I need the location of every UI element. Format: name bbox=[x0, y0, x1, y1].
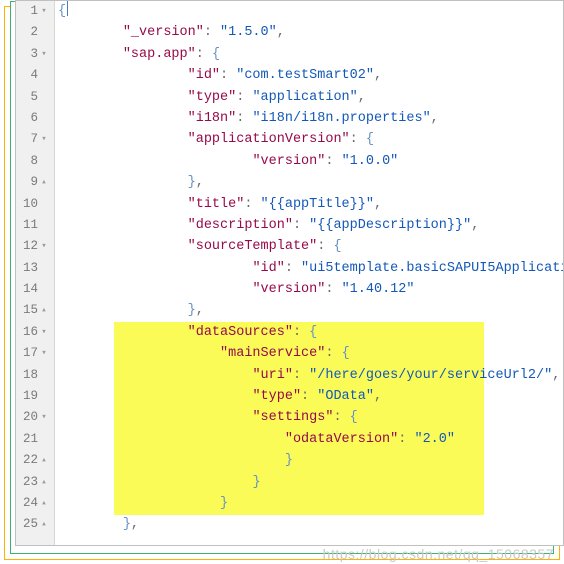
code-line[interactable]: }, bbox=[54, 514, 563, 535]
gutter-line: 17▾ bbox=[16, 343, 54, 364]
gutter-line: 1▾ bbox=[16, 1, 54, 22]
gutter-line: 8 bbox=[16, 151, 54, 172]
gutter-line: 5 bbox=[16, 87, 54, 108]
code-line[interactable]: "sourceTemplate": { bbox=[54, 236, 563, 257]
code-line[interactable]: }, bbox=[54, 172, 563, 193]
code-line[interactable]: "_version": "1.5.0", bbox=[54, 22, 563, 43]
gutter-line: 6 bbox=[16, 108, 54, 129]
gutter-line: 2 bbox=[16, 22, 54, 43]
gutter-line: 19 bbox=[16, 386, 54, 407]
code-editor[interactable]: 1▾23▾4567▾89▴101112▾131415▴16▾17▾181920▾… bbox=[15, 0, 564, 546]
gutter-line: 24▴ bbox=[16, 493, 54, 514]
gutter-line: 9▴ bbox=[16, 172, 54, 193]
code-line[interactable]: "description": "{{appDescription}}", bbox=[54, 215, 563, 236]
code-line[interactable]: } bbox=[54, 472, 563, 493]
code-line[interactable]: { bbox=[54, 1, 563, 22]
code-line[interactable]: "version": "1.0.0" bbox=[54, 151, 563, 172]
code-line[interactable]: }, bbox=[54, 300, 563, 321]
gutter-line: 20▾ bbox=[16, 407, 54, 428]
code-area[interactable]: { "_version": "1.5.0", "sap.app": { "id"… bbox=[54, 1, 563, 545]
text-cursor bbox=[67, 1, 68, 16]
code-line[interactable]: "id": "ui5template.basicSAPUI5Applicatio… bbox=[54, 258, 563, 279]
gutter: 1▾23▾4567▾89▴101112▾131415▴16▾17▾181920▾… bbox=[16, 1, 55, 545]
gutter-line: 4 bbox=[16, 65, 54, 86]
gutter-line: 3▾ bbox=[16, 44, 54, 65]
gutter-line: 13 bbox=[16, 258, 54, 279]
gutter-line: 23▴ bbox=[16, 472, 54, 493]
code-line[interactable]: "mainService": { bbox=[54, 343, 563, 364]
code-line[interactable]: } bbox=[54, 450, 563, 471]
code-line[interactable]: "sap.app": { bbox=[54, 44, 563, 65]
gutter-line: 11 bbox=[16, 215, 54, 236]
code-line[interactable]: "settings": { bbox=[54, 407, 563, 428]
gutter-line: 18 bbox=[16, 365, 54, 386]
code-line[interactable]: "uri": "/here/goes/your/serviceUrl2/", bbox=[54, 365, 563, 386]
gutter-line: 10 bbox=[16, 194, 54, 215]
watermark: https://blog.csdn.net/qq_15068357 bbox=[323, 546, 554, 562]
gutter-line: 15▴ bbox=[16, 300, 54, 321]
code-line[interactable]: "dataSources": { bbox=[54, 322, 563, 343]
code-line[interactable]: "id": "com.testSmart02", bbox=[54, 65, 563, 86]
gutter-line: 21 bbox=[16, 429, 54, 450]
code-line[interactable]: "type": "OData", bbox=[54, 386, 563, 407]
code-line[interactable]: "type": "application", bbox=[54, 87, 563, 108]
gutter-line: 12▾ bbox=[16, 236, 54, 257]
code-line[interactable]: "odataVersion": "2.0" bbox=[54, 429, 563, 450]
code-line[interactable]: "title": "{{appTitle}}", bbox=[54, 194, 563, 215]
code-line[interactable]: "version": "1.40.12" bbox=[54, 279, 563, 300]
gutter-line: 14 bbox=[16, 279, 54, 300]
gutter-line: 16▾ bbox=[16, 322, 54, 343]
gutter-line: 22▴ bbox=[16, 450, 54, 471]
gutter-line: 7▾ bbox=[16, 129, 54, 150]
code-line[interactable]: "applicationVersion": { bbox=[54, 129, 563, 150]
gutter-line: 25▴ bbox=[16, 514, 54, 535]
code-line[interactable]: "i18n": "i18n/i18n.properties", bbox=[54, 108, 563, 129]
code-line[interactable]: } bbox=[54, 493, 563, 514]
